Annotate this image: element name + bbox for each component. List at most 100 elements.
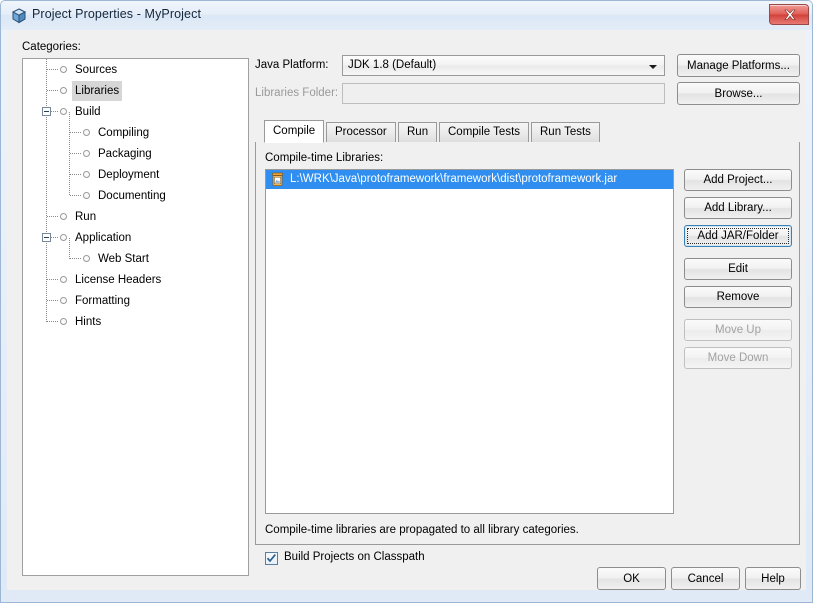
project-properties-dialog: Project Properties - MyProject Categorie…: [0, 0, 813, 603]
tree-item-label: Packaging: [98, 148, 152, 160]
tree-node-icon: [83, 150, 90, 157]
button-label: Add Library...: [704, 202, 772, 214]
tab-bar: Compile Processor Run Compile Tests Run Test…: [255, 120, 800, 143]
tree-connector-line: [70, 258, 82, 259]
browse-button[interactable]: Browse...: [677, 82, 800, 105]
chevron-down-icon: [649, 65, 657, 69]
tree-node-icon: [60, 234, 67, 241]
tree-connector-line: [70, 195, 82, 196]
tree-item-libraries[interactable]: Libraries: [23, 80, 248, 101]
tree-item-label: Libraries: [72, 81, 123, 101]
add-project-button[interactable]: Add Project...: [684, 169, 792, 191]
tree-connector-line: [47, 69, 59, 70]
edit-button[interactable]: Edit: [684, 258, 792, 280]
tree-item-hints[interactable]: Hints: [23, 311, 248, 332]
help-button[interactable]: Help: [745, 567, 801, 590]
tree-connector-line: [70, 153, 82, 154]
libraries-folder-input[interactable]: [342, 83, 665, 104]
tree-expander-collapse-icon[interactable]: [42, 107, 51, 116]
tree-connector-line: [47, 300, 59, 301]
java-platform-label: Java Platform:: [255, 59, 329, 71]
tree-item-label: License Headers: [75, 274, 162, 286]
tree-item-label: Run: [75, 211, 97, 223]
tree-node-icon: [83, 255, 90, 262]
tree-item-build[interactable]: Build: [23, 101, 248, 122]
tab-compile-tests[interactable]: Compile Tests: [439, 122, 530, 142]
tab-processor[interactable]: Processor: [326, 122, 396, 142]
jar-icon: [270, 172, 285, 187]
tree-node-icon: [60, 87, 67, 94]
tree-node-icon: [83, 171, 90, 178]
tree-item-label: Sources: [75, 64, 118, 76]
tree-item-label: Documenting: [98, 190, 166, 202]
tab-compile[interactable]: Compile: [264, 120, 325, 143]
tree-connector-line: [70, 174, 82, 175]
cube-icon: [10, 7, 28, 25]
tree-connector-line: [70, 132, 82, 133]
button-label: Move Up: [714, 324, 762, 336]
tree-item-label: Web Start: [98, 253, 149, 265]
close-button[interactable]: [769, 4, 809, 25]
tree-item-label: Application: [75, 232, 132, 244]
categories-label: Categories:: [22, 41, 81, 53]
tree-connector-line: [47, 279, 59, 280]
tree-node-icon: [60, 318, 67, 325]
tree-item-deployment[interactable]: Deployment: [23, 164, 248, 185]
java-platform-value: JDK 1.8 (Default): [348, 59, 437, 71]
tree-item-label: Deployment: [98, 169, 160, 181]
focus-ring: [687, 228, 789, 244]
tree-item-label: Compiling: [98, 127, 150, 139]
ok-button[interactable]: OK: [597, 567, 666, 590]
tree-node-icon: [60, 276, 67, 283]
cancel-button[interactable]: Cancel: [671, 567, 740, 590]
propagation-note: Compile-time libraries are propagated to…: [265, 524, 579, 536]
tree-item-sources[interactable]: Sources: [23, 59, 248, 80]
tree-node-icon: [60, 213, 67, 220]
manage-platforms-button[interactable]: Manage Platforms...: [677, 54, 800, 77]
title-bar: Project Properties - MyProject: [1, 1, 812, 30]
tree-connector-line: [47, 321, 59, 322]
libraries-folder-label: Libraries Folder:: [255, 87, 339, 99]
java-platform-select[interactable]: JDK 1.8 (Default): [342, 55, 665, 76]
tree-item-web-start[interactable]: Web Start: [23, 248, 248, 269]
categories-tree[interactable]: Sources Libraries Build Compiling Packaging D…: [22, 58, 249, 576]
tree-item-compiling[interactable]: Compiling: [23, 122, 248, 143]
tree-node-icon: [60, 108, 67, 115]
tree-node-icon: [83, 192, 90, 199]
tree-item-formatting[interactable]: Formatting: [23, 290, 248, 311]
tree-expander-collapse-icon[interactable]: [42, 233, 51, 242]
checkbox-box: [265, 552, 278, 565]
list-item-label: L:\WRK\Java\protoframework\framework\dis…: [290, 173, 618, 185]
tree-item-application[interactable]: Application: [23, 227, 248, 248]
compile-libraries-list[interactable]: L:\WRK\Java\protoframework\framework\dis…: [265, 169, 674, 514]
add-jar-folder-button[interactable]: Add JAR/Folder: [684, 225, 792, 247]
checkbox-label: Build Projects on Classpath: [284, 551, 425, 563]
tree-item-packaging[interactable]: Packaging: [23, 143, 248, 164]
add-library-button[interactable]: Add Library...: [684, 197, 792, 219]
settings-pane: Java Platform: JDK 1.8 (Default) Manage …: [255, 30, 800, 590]
tree-node-icon: [83, 129, 90, 136]
dialog-client-area: Categories: Sources Libraries Build Compili…: [7, 30, 806, 590]
window-title: Project Properties - MyProject: [32, 7, 202, 21]
button-label: Move Down: [707, 352, 769, 364]
tree-item-license-headers[interactable]: License Headers: [23, 269, 248, 290]
tree-item-label: Hints: [75, 316, 102, 328]
compile-libraries-label: Compile-time Libraries:: [265, 152, 384, 164]
remove-button[interactable]: Remove: [684, 286, 792, 308]
list-item[interactable]: L:\WRK\Java\protoframework\framework\dis…: [266, 170, 673, 189]
tree-item-documenting[interactable]: Documenting: [23, 185, 248, 206]
button-label: Add Project...: [703, 174, 773, 186]
button-label: Remove: [716, 291, 760, 303]
tab-run-tests[interactable]: Run Tests: [531, 122, 600, 142]
move-up-button: Move Up: [684, 319, 792, 341]
tab-run[interactable]: Run: [398, 122, 438, 142]
tree-connector-line: [47, 216, 59, 217]
tree-item-run[interactable]: Run: [23, 206, 248, 227]
tree-node-icon: [60, 297, 67, 304]
tree-item-label: Formatting: [75, 295, 130, 307]
tree-node-icon: [60, 66, 67, 73]
button-label: Edit: [728, 263, 748, 275]
tree-connector-line: [47, 90, 59, 91]
move-down-button: Move Down: [684, 347, 792, 369]
tree-item-label: Build: [75, 106, 101, 118]
